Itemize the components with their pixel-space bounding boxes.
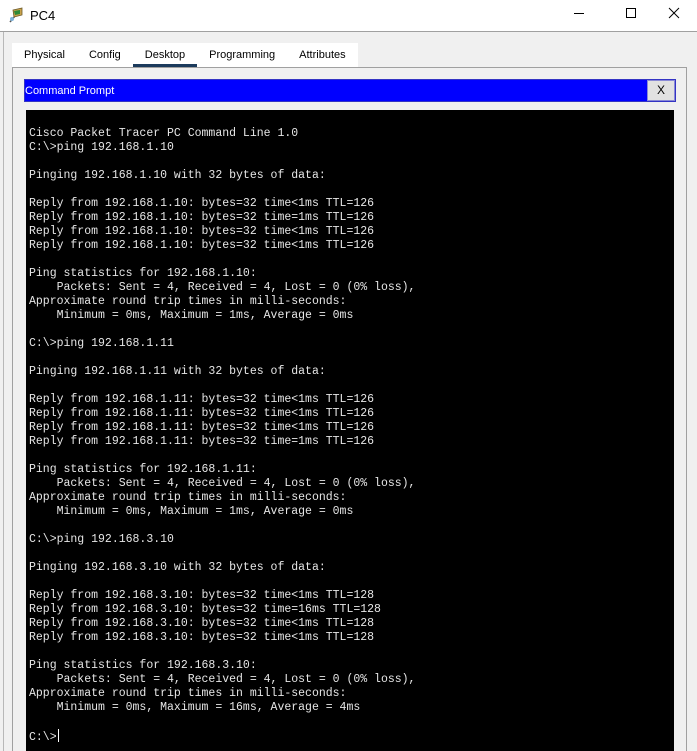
- terminal-prompt: C:\>: [29, 731, 57, 744]
- terminal-line: Reply from 192.168.1.11: bytes=32 time<1…: [29, 393, 375, 406]
- command-prompt-close-button[interactable]: X: [647, 80, 675, 101]
- terminal-line: Reply from 192.168.3.10: bytes=32 time<1…: [29, 617, 375, 630]
- device-tabs: Physical Config Desktop Programming Attr…: [12, 43, 358, 67]
- terminal-line: Ping statistics for 192.168.3.10:: [29, 659, 257, 672]
- terminal-line: Pinging 192.168.1.10 with 32 bytes of da…: [29, 169, 326, 182]
- terminal-output[interactable]: Cisco Packet Tracer PC Command Line 1.0 C…: [26, 110, 674, 751]
- terminal-line: C:\>ping 192.168.1.11: [29, 337, 174, 350]
- tab-physical[interactable]: Physical: [12, 43, 77, 67]
- tab-desktop[interactable]: Desktop: [132, 43, 198, 67]
- terminal-line: C:\>ping 192.168.3.10: [29, 533, 174, 546]
- terminal-line: Minimum = 0ms, Maximum = 16ms, Average =…: [29, 701, 361, 714]
- terminal-text: Cisco Packet Tracer PC Command Line 1.0 C…: [29, 127, 416, 744]
- text-cursor: [57, 729, 59, 742]
- terminal-line: Reply from 192.168.1.11: bytes=32 time=1…: [29, 435, 375, 448]
- terminal-line: Reply from 192.168.1.10: bytes=32 time=1…: [29, 211, 375, 224]
- terminal-line: Pinging 192.168.3.10 with 32 bytes of da…: [29, 561, 326, 574]
- terminal-line: Reply from 192.168.1.11: bytes=32 time<1…: [29, 407, 375, 420]
- minimize-icon: [573, 6, 585, 24]
- tab-programming[interactable]: Programming: [197, 43, 287, 67]
- window-titlebar: PC4: [0, 0, 697, 31]
- packet-tracer-pc-icon: [8, 7, 24, 23]
- terminal-line: Reply from 192.168.3.10: bytes=32 time<1…: [29, 631, 375, 644]
- terminal-line: Cisco Packet Tracer PC Command Line 1.0: [29, 127, 299, 140]
- terminal-line: Reply from 192.168.3.10: bytes=32 time<1…: [29, 589, 375, 602]
- terminal-line: Minimum = 0ms, Maximum = 1ms, Average = …: [29, 505, 354, 518]
- terminal-line: Packets: Sent = 4, Received = 4, Lost = …: [29, 281, 416, 294]
- terminal-line: Packets: Sent = 4, Received = 4, Lost = …: [29, 477, 416, 490]
- terminal-line: Reply from 192.168.1.10: bytes=32 time<1…: [29, 239, 375, 252]
- terminal-line: Reply from 192.168.3.10: bytes=32 time=1…: [29, 603, 381, 616]
- command-prompt-title: Command Prompt: [25, 85, 115, 97]
- terminal-line: Minimum = 0ms, Maximum = 1ms, Average = …: [29, 309, 354, 322]
- terminal-line: C:\>ping 192.168.1.10: [29, 141, 174, 154]
- terminal-line: Reply from 192.168.1.10: bytes=32 time<1…: [29, 225, 375, 238]
- terminal-line: Approximate round trip times in milli-se…: [29, 295, 347, 308]
- close-icon: [668, 6, 680, 24]
- terminal-line: Ping statistics for 192.168.1.10:: [29, 267, 257, 280]
- terminal-line: Approximate round trip times in milli-se…: [29, 687, 347, 700]
- close-window-button[interactable]: [651, 0, 697, 30]
- terminal-line: Pinging 192.168.1.11 with 32 bytes of da…: [29, 365, 326, 378]
- terminal-prompt-line[interactable]: C:\>: [29, 729, 415, 744]
- minimize-button[interactable]: [556, 0, 602, 30]
- frame-border: [3, 32, 4, 751]
- maximize-button[interactable]: [608, 0, 654, 30]
- terminal-line: Approximate round trip times in milli-se…: [29, 491, 347, 504]
- terminal-line: Packets: Sent = 4, Received = 4, Lost = …: [29, 673, 416, 686]
- terminal-line: Reply from 192.168.1.11: bytes=32 time<1…: [29, 421, 375, 434]
- tab-config[interactable]: Config: [77, 43, 133, 67]
- terminal-line: Ping statistics for 192.168.1.11:: [29, 463, 257, 476]
- terminal-line: Reply from 192.168.1.10: bytes=32 time<1…: [29, 197, 375, 210]
- command-prompt-header: Command Prompt X: [24, 79, 676, 102]
- tab-attributes[interactable]: Attributes: [287, 43, 357, 67]
- maximize-icon: [625, 6, 637, 24]
- window-title: PC4: [30, 8, 56, 23]
